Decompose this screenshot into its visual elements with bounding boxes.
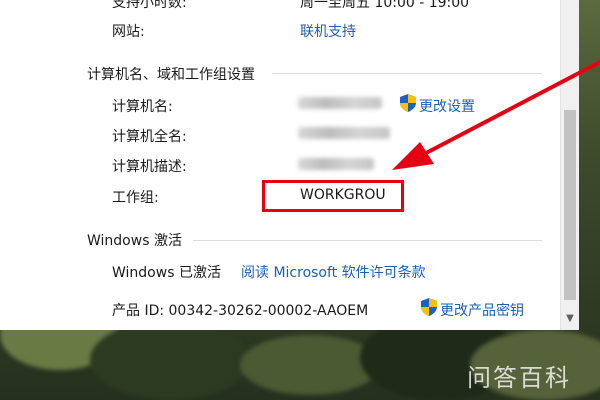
background-foliage bbox=[240, 335, 380, 395]
computer-description-value-redacted bbox=[298, 158, 374, 170]
computer-name-value-redacted bbox=[298, 97, 382, 109]
uac-shield-icon bbox=[421, 298, 437, 316]
change-settings-link[interactable]: 更改设置 bbox=[419, 96, 475, 116]
full-computer-name-label: 计算机全名: bbox=[112, 129, 187, 145]
scrollbar-thumb[interactable] bbox=[564, 110, 576, 300]
website-label: 网站: bbox=[112, 24, 145, 40]
uac-shield-icon bbox=[400, 94, 416, 112]
product-id: 产品 ID: 00342-30262-00002-AAOEM bbox=[112, 303, 369, 319]
watermark-text: 问答百科 bbox=[467, 364, 571, 392]
computer-description-label: 计算机描述: bbox=[112, 159, 187, 175]
vertical-scrollbar[interactable]: ▼ bbox=[560, 0, 579, 330]
computer-name-label: 计算机名: bbox=[112, 99, 173, 115]
license-terms-link[interactable]: 阅读 Microsoft 软件许可条款 bbox=[241, 262, 426, 282]
computer-section-title: 计算机名、域和工作组设置 bbox=[87, 67, 255, 83]
support-hours-value: 周一至周五 10:00 - 19:00 bbox=[300, 0, 470, 11]
system-properties-panel: 支持小时数: 周一至周五 10:00 - 19:00 网站: 联机支持 计算机名… bbox=[0, 0, 560, 330]
screenshot-stage: 支持小时数: 周一至周五 10:00 - 19:00 网站: 联机支持 计算机名… bbox=[0, 0, 600, 400]
section-divider bbox=[193, 240, 542, 241]
online-support-link[interactable]: 联机支持 bbox=[300, 21, 356, 41]
workgroup-highlight-box bbox=[262, 180, 404, 212]
section-divider bbox=[272, 73, 542, 74]
activation-section-title: Windows 激活 bbox=[87, 233, 182, 249]
background-foliage bbox=[90, 320, 250, 400]
full-computer-name-value-redacted bbox=[298, 127, 390, 139]
change-product-key-link[interactable]: 更改产品密钥 bbox=[440, 300, 524, 320]
support-hours-label: 支持小时数: bbox=[112, 0, 187, 11]
activation-status: Windows 已激活 bbox=[112, 265, 221, 281]
scroll-down-arrow-icon[interactable]: ▼ bbox=[564, 312, 576, 326]
workgroup-label: 工作组: bbox=[112, 190, 159, 206]
